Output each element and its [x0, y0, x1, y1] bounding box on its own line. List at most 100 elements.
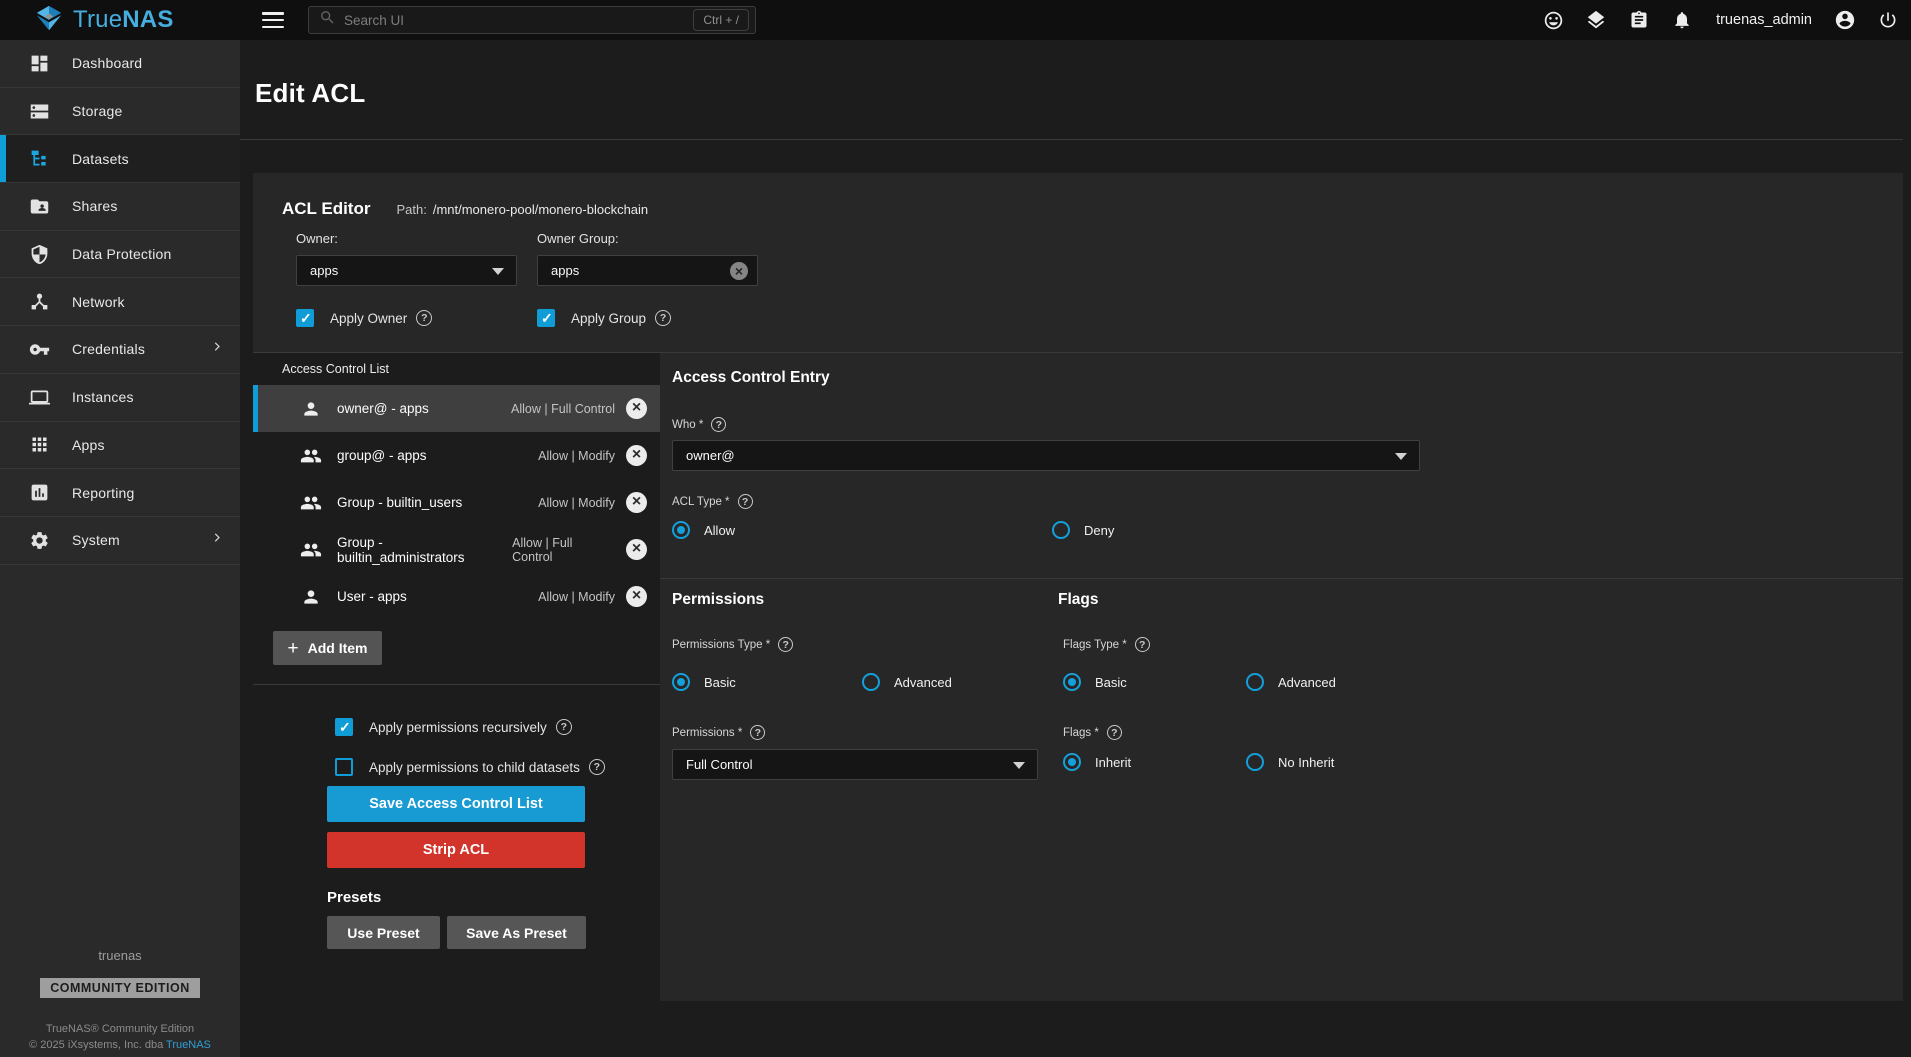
acl-entry-row[interactable]: User - apps Allow | Modify	[253, 573, 660, 620]
save-as-preset-button[interactable]: Save As Preset	[447, 916, 586, 949]
help-icon[interactable]	[556, 719, 572, 735]
permissions-select[interactable]: Full Control	[672, 749, 1038, 780]
permissions-flags-section: Permissions Flags Permissions Type * Bas…	[660, 578, 1903, 1001]
menu-toggle-icon[interactable]	[262, 12, 284, 28]
owner-column: Owner: apps Apply Owner	[296, 231, 517, 327]
caret-down-icon	[492, 268, 504, 275]
permissions-label: Permissions *	[672, 725, 765, 740]
sidebar-item-instances[interactable]: Instances	[0, 374, 240, 422]
owner-group-label: Owner Group:	[537, 231, 758, 246]
ace-heading: Access Control Entry	[672, 369, 830, 387]
help-icon[interactable]	[655, 310, 671, 326]
remove-entry-icon[interactable]	[626, 398, 647, 419]
person-icon	[300, 586, 322, 608]
power-icon[interactable]	[1877, 9, 1899, 31]
sidebar-item-shares[interactable]: Shares	[0, 183, 240, 231]
datasets-icon	[28, 148, 50, 170]
acl-editor-card: ACL Editor Path:/mnt/monero-pool/monero-…	[253, 173, 1903, 1001]
apply-owner-row: Apply Owner	[296, 309, 517, 327]
sidebar-item-reporting[interactable]: Reporting	[0, 469, 240, 517]
permissions-type-advanced-radio[interactable]: Advanced	[862, 673, 952, 691]
flags-no-inherit-radio[interactable]: No Inherit	[1246, 753, 1334, 771]
help-icon[interactable]	[589, 759, 605, 775]
account-circle-icon[interactable]	[1834, 9, 1856, 31]
radio-icon	[672, 673, 690, 691]
remove-entry-icon[interactable]	[626, 492, 647, 513]
acl-type-deny-radio[interactable]: Deny	[1052, 521, 1114, 539]
acl-entry-row[interactable]: Group - builtin_administrators Allow | F…	[253, 526, 660, 573]
use-preset-button[interactable]: Use Preset	[327, 916, 440, 949]
who-select[interactable]: owner@	[672, 440, 1420, 471]
permissions-heading: Permissions	[672, 591, 764, 609]
sidebar-item-storage[interactable]: Storage	[0, 88, 240, 136]
sidebar-item-data-protection[interactable]: Data Protection	[0, 231, 240, 279]
acl-entry-row[interactable]: Group - builtin_users Allow | Modify	[253, 479, 660, 526]
ace-panel: Access Control Entry Who * owner@ ACL Ty…	[660, 353, 1903, 1001]
strip-acl-button[interactable]: Strip ACL	[327, 832, 585, 868]
acl-list-heading: Access Control List	[282, 362, 389, 376]
help-icon[interactable]	[711, 417, 726, 432]
sidebar-item-system[interactable]: System	[0, 517, 240, 565]
truenas-logo-icon	[34, 3, 73, 38]
truenas-logo[interactable]: TrueNAS	[0, 3, 240, 38]
who-label: Who *	[672, 417, 726, 432]
flags-inherit-radio[interactable]: Inherit	[1063, 753, 1131, 771]
permissions-type-radios: Basic Advanced	[672, 673, 1052, 695]
clear-icon[interactable]	[730, 262, 748, 280]
apply-group-checkbox[interactable]	[537, 309, 555, 327]
acl-entry-row[interactable]: owner@ - apps Allow | Full Control	[253, 385, 660, 432]
remove-entry-icon[interactable]	[626, 445, 647, 466]
help-icon[interactable]	[416, 310, 432, 326]
sidebar-nav: Dashboard Storage Datasets Shares Data P…	[0, 40, 240, 1057]
apply-group-row: Apply Group	[537, 309, 758, 327]
save-acl-button[interactable]: Save Access Control List	[327, 786, 585, 822]
help-icon[interactable]	[738, 494, 753, 509]
group-icon	[300, 445, 322, 467]
sidebar-item-credentials[interactable]: Credentials	[0, 326, 240, 374]
product-line: TrueNAS® Community Edition	[0, 1021, 240, 1037]
owner-select[interactable]: apps	[296, 255, 517, 286]
apply-child-datasets-checkbox[interactable]	[335, 758, 353, 776]
alerts-bell-icon[interactable]	[1671, 9, 1693, 31]
acl-list-panel: Access Control List owner@ - apps Allow …	[253, 353, 660, 1001]
shares-icon	[28, 195, 50, 217]
acl-entry-row[interactable]: group@ - apps Allow | Modify	[253, 432, 660, 479]
group-icon	[300, 492, 322, 514]
edition-badge: COMMUNITY EDITION	[40, 978, 200, 998]
sidebar-item-apps[interactable]: Apps	[0, 422, 240, 470]
caret-down-icon	[1395, 453, 1407, 460]
truenas-link[interactable]: TrueNAS	[166, 1039, 211, 1051]
sidebar-item-network[interactable]: Network	[0, 278, 240, 326]
apply-owner-checkbox[interactable]	[296, 309, 314, 327]
acl-type-allow-radio[interactable]: Allow	[672, 521, 735, 539]
sidebar-item-datasets[interactable]: Datasets	[0, 135, 240, 183]
radio-icon	[672, 521, 690, 539]
instances-laptop-icon	[28, 386, 50, 408]
sidebar-item-dashboard[interactable]: Dashboard	[0, 40, 240, 88]
main-content: Edit ACL ACL Editor Path:/mnt/monero-poo…	[240, 40, 1911, 1057]
help-icon[interactable]	[1135, 637, 1150, 652]
owner-group-input[interactable]: apps	[537, 255, 758, 286]
permissions-type-basic-radio[interactable]: Basic	[672, 673, 736, 691]
copyright-line: © 2025 iXsystems, Inc. dba TrueNAS	[0, 1037, 240, 1053]
add-item-button[interactable]: + Add Item	[273, 631, 382, 665]
plus-icon: +	[288, 639, 299, 658]
caret-down-icon	[1013, 762, 1025, 769]
recursive-row: Apply permissions recursively	[335, 718, 572, 736]
global-search: Ctrl + /	[308, 6, 756, 34]
remove-entry-icon[interactable]	[626, 539, 647, 560]
feedback-smiley-icon[interactable]	[1542, 9, 1564, 31]
search-input[interactable]	[336, 13, 693, 28]
flags-type-basic-radio[interactable]: Basic	[1063, 673, 1127, 691]
flags-label: Flags *	[1063, 725, 1122, 740]
jobs-clipboard-icon[interactable]	[1628, 9, 1650, 31]
help-icon[interactable]	[1107, 725, 1122, 740]
help-icon[interactable]	[750, 725, 765, 740]
truecommand-icon[interactable]	[1585, 9, 1607, 31]
flags-type-advanced-radio[interactable]: Advanced	[1246, 673, 1336, 691]
presets-heading: Presets	[327, 889, 381, 906]
help-icon[interactable]	[778, 637, 793, 652]
remove-entry-icon[interactable]	[626, 586, 647, 607]
apply-recursively-checkbox[interactable]	[335, 718, 353, 736]
search-icon	[319, 9, 336, 31]
